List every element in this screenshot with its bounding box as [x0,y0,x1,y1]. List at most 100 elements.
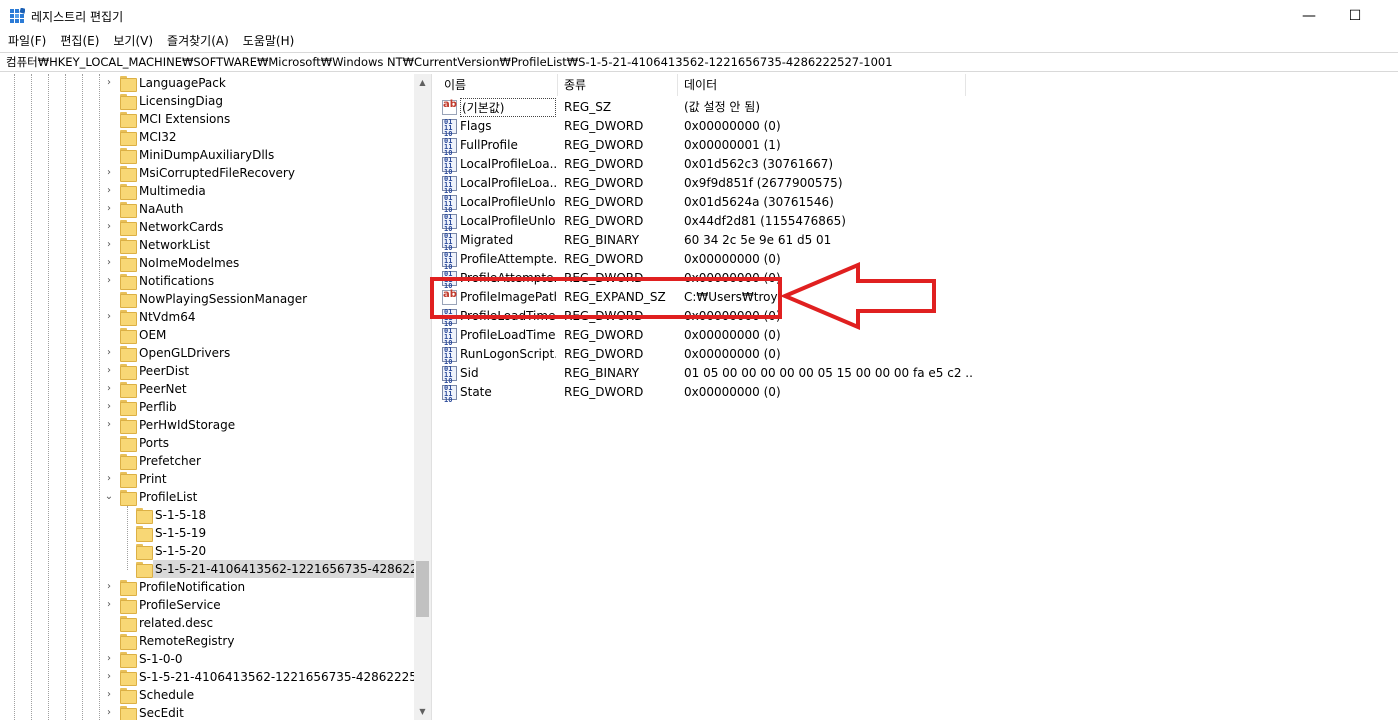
expand-chevron-icon[interactable]: › [104,308,114,326]
tree-item[interactable]: › Multimedia [0,182,414,200]
expand-chevron-icon[interactable]: › [104,254,114,272]
minimize-button[interactable]: — [1286,0,1332,31]
tree-item[interactable]: LicensingDiag [0,92,414,110]
tree-item[interactable]: › Perflib [0,398,414,416]
expand-chevron-icon[interactable]: › [104,704,114,720]
tree-item-label: ProfileList [139,490,198,504]
tree-item[interactable]: › PeerNet [0,380,414,398]
menu-help[interactable]: 도움말(H) [238,31,300,51]
tree-item[interactable]: › S-1-0-0 [0,650,414,668]
expand-chevron-icon[interactable]: › [104,200,114,218]
menu-view[interactable]: 보기(V) [108,31,158,51]
expand-chevron-icon[interactable]: › [104,398,114,416]
scroll-up-icon[interactable]: ▲ [414,74,431,91]
expand-chevron-icon[interactable]: › [104,164,114,182]
value-type: REG_DWORD [564,176,644,190]
tree-item-label: MsiCorruptedFileRecovery [139,166,295,180]
value-row[interactable]: 011110 LocalProfileUnlo... REG_DWORD 0x44df… [438,212,1398,233]
value-row[interactable]: 011110 LocalProfileLoa... REG_DWORD 0x9f9d8… [438,174,1398,195]
tree-item[interactable]: S-1-5-20 [0,542,414,560]
tree-item[interactable]: › ProfileNotification [0,578,414,596]
tree-item[interactable]: › ProfileService [0,596,414,614]
tree-item[interactable]: › PerHwIdStorage [0,416,414,434]
expand-chevron-icon[interactable]: › [104,686,114,704]
folder-icon [120,94,137,110]
value-row[interactable]: 011110 Migrated REG_BINARY 60 34 2c 5e 9e 6… [438,231,1398,252]
tree-item[interactable]: MCI32 [0,128,414,146]
expand-chevron-icon[interactable]: › [104,596,114,614]
menu-favorites[interactable]: 즐겨찾기(A) [162,31,234,51]
tree-item[interactable]: MCI Extensions [0,110,414,128]
tree-item[interactable]: NowPlayingSessionManager [0,290,414,308]
tree-scrollbar[interactable]: ▲ ▼ [414,74,431,720]
expand-chevron-icon[interactable]: › [104,416,114,434]
tree-item[interactable]: › Notifications [0,272,414,290]
tree-item[interactable]: S-1-5-18 [0,506,414,524]
tree-item[interactable]: › NetworkCards [0,218,414,236]
value-row[interactable]: 011110 Flags REG_DWORD 0x00000000 (0) [438,117,1398,138]
scroll-thumb[interactable] [416,561,429,617]
folder-icon [120,256,137,272]
tree-item[interactable]: › MsiCorruptedFileRecovery [0,164,414,182]
value-data: 01 05 00 00 00 00 00 05 15 00 00 00 fa e… [684,366,974,380]
collapse-chevron-icon[interactable]: ⌄ [104,488,114,506]
tree-item[interactable]: › Print [0,470,414,488]
expand-chevron-icon[interactable]: › [104,578,114,596]
expand-chevron-icon[interactable]: › [104,470,114,488]
address-bar[interactable]: 컴퓨터₩HKEY_LOCAL_MACHINE₩SOFTWARE₩Microsof… [0,52,1398,72]
tree-item[interactable]: RemoteRegistry [0,632,414,650]
expand-chevron-icon[interactable]: › [104,650,114,668]
value-row[interactable]: 011110 LocalProfileLoa... REG_DWORD 0x01d56… [438,155,1398,176]
maximize-button[interactable]: ☐ [1332,0,1378,31]
value-row[interactable]: 011110 State REG_DWORD 0x00000000 (0) [438,383,1398,404]
folder-icon [120,148,137,164]
icon-glyph: 011110 [444,365,453,385]
menu-edit[interactable]: 편집(E) [55,31,104,51]
tree-item[interactable]: related.desc [0,614,414,632]
expand-chevron-icon[interactable]: › [104,380,114,398]
tree-item[interactable]: › NaAuth [0,200,414,218]
value-data: 60 34 2c 5e 9e 61 d5 01 [684,233,832,247]
expand-chevron-icon[interactable]: › [104,74,114,92]
tree-item[interactable]: › Schedule [0,686,414,704]
expand-chevron-icon[interactable]: › [104,218,114,236]
binary-value-icon: 011110 [442,328,457,347]
value-row[interactable]: 011110 RunLogonScript... REG_DWORD 0x000000… [438,345,1398,366]
value-row[interactable]: 011110 Sid REG_BINARY 01 05 00 00 00 00 00 … [438,364,1398,385]
expand-chevron-icon[interactable]: › [104,362,114,380]
expand-chevron-icon[interactable]: › [104,182,114,200]
binary-value-icon: 011110 [442,214,457,233]
menu-file[interactable]: 파일(F) [3,31,51,51]
tree-item[interactable]: › NetworkList [0,236,414,254]
tree-item[interactable]: Ports [0,434,414,452]
tree-item[interactable]: › NtVdm64 [0,308,414,326]
pane-splitter[interactable] [431,74,437,720]
tree-item[interactable]: Prefetcher [0,452,414,470]
column-name[interactable]: 이름 [438,74,558,96]
column-data[interactable]: 데이터 [678,74,966,96]
tree-item[interactable]: › SecEdit [0,704,414,720]
tree-item[interactable]: S-1-5-19 [0,524,414,542]
tree-item[interactable]: MiniDumpAuxiliaryDlls [0,146,414,164]
tree-item[interactable]: › LanguagePack [0,74,414,92]
column-type[interactable]: 종류 [558,74,678,96]
expand-chevron-icon[interactable]: › [104,344,114,362]
expand-chevron-icon[interactable]: › [104,272,114,290]
value-row[interactable]: 011110 FullProfile REG_DWORD 0x00000001 (1) [438,136,1398,157]
folder-icon [120,274,137,290]
tree-item[interactable]: S-1-5-21-4106413562-1221656735-428622252… [0,560,414,578]
expand-chevron-icon[interactable]: › [104,668,114,686]
value-row[interactable]: 011110 LocalProfileUnlo... REG_DWORD 0x01d5… [438,193,1398,214]
folder-icon [120,706,137,720]
tree-item[interactable]: › S-1-5-21-4106413562-1221656735-42862225… [0,668,414,686]
scroll-down-icon[interactable]: ▼ [414,703,431,720]
tree-item[interactable]: › OpenGLDrivers [0,344,414,362]
expand-chevron-icon[interactable]: › [104,236,114,254]
tree-item[interactable]: › NoImeModelmes [0,254,414,272]
tree-item[interactable]: › PeerDist [0,362,414,380]
tree-item[interactable]: ⌄ ProfileList [0,488,414,506]
tree-item[interactable]: OEM [0,326,414,344]
value-row[interactable]: ab (기본값) REG_SZ (값 설정 안 됨) [438,98,1398,117]
binary-value-icon: 011110 [442,252,457,271]
tree-item-label: MCI Extensions [139,112,231,126]
